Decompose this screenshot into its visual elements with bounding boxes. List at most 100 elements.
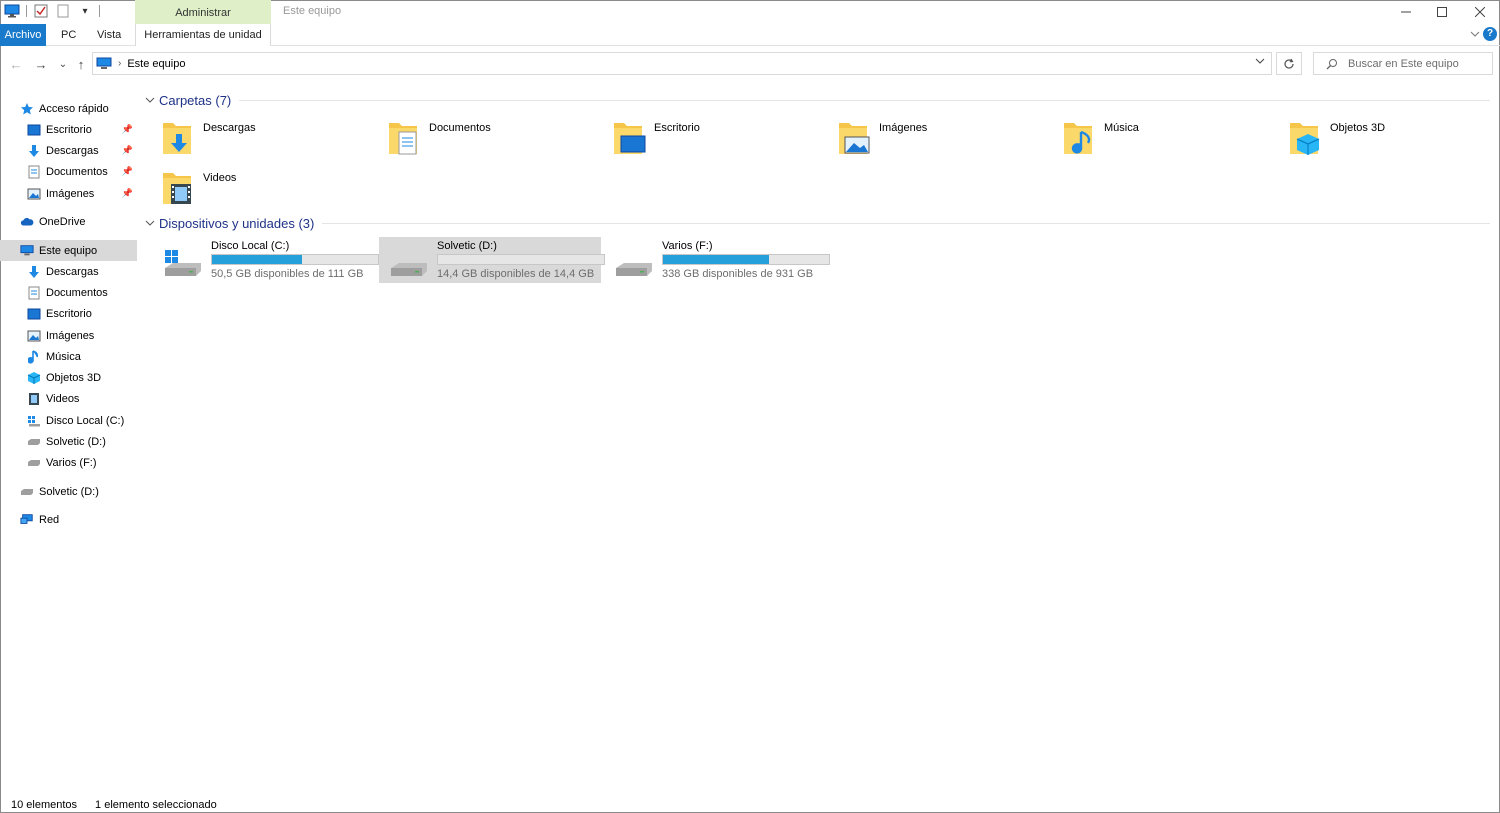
search-icon [1326,58,1337,69]
chevron-down-icon[interactable] [145,218,159,228]
sidebar-item-videos[interactable]: Videos [0,388,137,409]
sidebar-item-descargas[interactable]: Descargas [0,261,137,282]
sidebar-item-label: Escritorio [46,307,92,320]
desktop-icon [27,307,41,321]
refresh-icon [1284,58,1294,69]
status-item-count: 10 elementos [11,799,78,811]
up-button[interactable]: ↑ [72,55,90,73]
drive-label: Disco Local (C:) [211,240,290,252]
music-folder-icon [1064,123,1092,154]
drive-disco-local-c[interactable]: Disco Local (C:) 50,5 GB disponibles de … [153,237,379,283]
sidebar-item-acceso-rapido[interactable]: Acceso rápido [0,98,137,119]
drive-solvetic-d[interactable]: Solvetic (D:) 14,4 GB disponibles de 14,… [379,237,605,283]
group-header-dispositivos[interactable]: Dispositivos y unidades (3) [145,212,1490,234]
sidebar-item-onedrive[interactable]: OneDrive [0,211,137,232]
sidebar-item-imagenes[interactable]: Imágenes [0,325,137,346]
drive-label: Solvetic (D:) [437,240,497,252]
minimize-button[interactable] [1388,0,1424,24]
folder-videos[interactable]: Videos [145,166,365,210]
drive-space-info: 14,4 GB disponibles de 14,4 GB [437,268,595,280]
sidebar-item-documentos-quick[interactable]: Documentos 📌 [0,161,137,182]
tab-pc[interactable]: PC [55,24,82,46]
folder-descargas[interactable]: Descargas [145,116,365,160]
folder-label: Imágenes [879,122,928,134]
sidebar-item-imagenes-quick[interactable]: Imágenes 📌 [0,183,137,204]
sidebar-item-musica[interactable]: Música [0,346,137,367]
sidebar-item-label: Varios (F:) [46,456,97,469]
sidebar-item-label: Documentos [46,286,108,299]
sidebar-item-escritorio-quick[interactable]: Escritorio 📌 [0,119,137,140]
close-button[interactable] [1462,0,1498,24]
group-divider [322,222,1490,224]
sidebar-item-disco-local-c[interactable]: Disco Local (C:) [0,410,137,431]
tab-vista[interactable]: Vista [91,24,127,46]
sidebar-item-label: Imágenes [46,329,95,342]
folder-musica[interactable]: Música [1046,116,1266,160]
folder-documentos[interactable]: Documentos [371,116,591,160]
drive-space-info: 50,5 GB disponibles de 111 GB [211,268,364,280]
group-header-carpetas[interactable]: Carpetas (7) [145,89,1490,111]
folder-label: Música [1104,122,1139,134]
network-icon [20,513,34,527]
breadcrumb-separator[interactable]: › [118,58,121,69]
folder-objetos-3d[interactable]: Objetos 3D [1272,116,1492,160]
drive-icon [391,263,427,276]
content-pane: Carpetas (7) Descargas Documentos Escrit… [145,88,1495,788]
sidebar-item-red[interactable]: Red [0,509,137,530]
sidebar-item-label: Solvetic (D:) [39,485,99,498]
pin-icon[interactable]: 📌 [122,166,133,177]
folder-imagenes[interactable]: Imágenes [821,116,1041,160]
pictures-icon [27,329,41,343]
sidebar-item-este-equipo[interactable]: Este equipo [0,240,137,261]
sidebar-item-documentos[interactable]: Documentos [0,282,137,303]
address-bar[interactable]: › Este equipo [92,52,1272,75]
pictures-folder-icon [839,123,870,154]
pin-icon[interactable]: 📌 [122,145,133,156]
group-title: Dispositivos y unidades (3) [159,215,315,231]
windows-drive-icon [27,414,41,428]
qat-separator [99,5,100,17]
search-box[interactable] [1313,52,1493,75]
back-button[interactable]: ← [7,55,25,73]
sidebar-item-escritorio[interactable]: Escritorio [0,303,137,324]
pin-icon[interactable]: 📌 [122,188,133,199]
drive-usage-bar [437,254,605,265]
pin-icon[interactable]: 📌 [122,124,133,135]
maximize-button[interactable] [1424,0,1460,24]
tab-archivo[interactable]: Archivo [0,24,46,46]
ribbon-expand-icon[interactable] [1470,29,1480,39]
sidebar-item-label: Música [46,350,81,363]
tab-herramientas-de-unidad[interactable]: Herramientas de unidad [135,24,271,46]
minimize-icon [1401,11,1411,13]
refresh-button[interactable] [1276,52,1302,75]
arrow-right-icon: → [34,56,48,72]
help-icon[interactable]: ? [1483,27,1497,41]
properties-icon[interactable] [33,3,49,19]
drive-icon [27,456,41,470]
drive-varios-f[interactable]: Varios (F:) 338 GB disponibles de 931 GB [604,237,830,283]
sidebar-item-label: Solvetic (D:) [46,435,106,448]
videos-folder-icon [163,173,191,204]
sidebar-item-objetos-3d[interactable]: Objetos 3D [0,367,137,388]
sidebar-item-descargas-quick[interactable]: Descargas 📌 [0,140,137,161]
sidebar-item-label: Acceso rápido [39,102,109,115]
drive-usage-bar [662,254,830,265]
recent-locations-button[interactable]: ⌄ [54,55,72,73]
search-input[interactable] [1348,57,1478,70]
sidebar-item-solvetic-d-removable[interactable]: Solvetic (D:) [0,481,137,502]
sidebar-item-solvetic-d[interactable]: Solvetic (D:) [0,431,137,452]
sidebar-item-varios-f[interactable]: Varios (F:) [0,452,137,473]
new-folder-icon[interactable] [55,3,71,19]
forward-button[interactable]: → [32,55,50,73]
navigation-pane: Acceso rápido Escritorio 📌 Descargas 📌 D… [0,95,140,785]
sidebar-item-label: Este equipo [39,244,98,257]
3d-cube-icon [27,371,41,385]
chevron-down-icon[interactable] [145,95,159,105]
folder-escritorio[interactable]: Escritorio [596,116,816,160]
documents-folder-icon [389,123,417,155]
sidebar-item-label: OneDrive [39,215,86,228]
address-dropdown-icon[interactable] [1255,56,1265,67]
context-tab-administrar[interactable]: Administrar [135,0,271,24]
breadcrumb-este-equipo[interactable]: Este equipo [127,58,185,70]
qat-dropdown-icon[interactable]: ▾ [77,3,93,19]
